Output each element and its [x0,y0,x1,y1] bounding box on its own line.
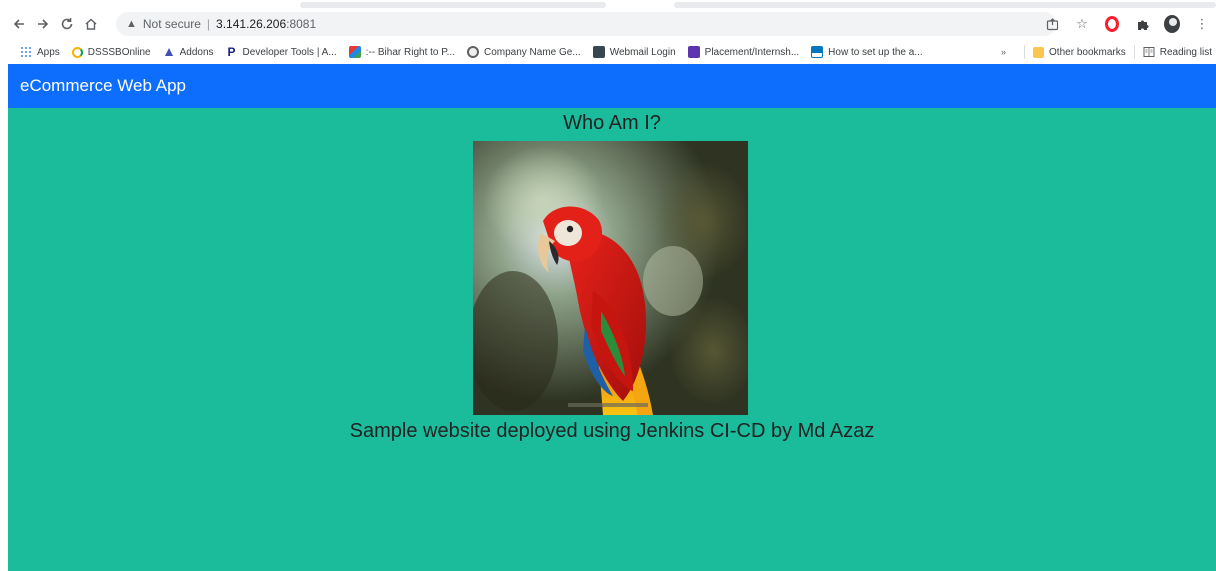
menu-button[interactable]: ⋮ [1194,16,1210,32]
bookmark-webmail[interactable]: Webmail Login [592,46,676,58]
other-bookmarks-button[interactable]: Other bookmarks [1049,47,1126,58]
share-icon [1046,17,1058,30]
reload-icon [61,18,73,30]
share-button[interactable] [1044,16,1060,32]
tab-strip-segment [300,2,606,8]
avatar [1164,15,1180,33]
browser-toolbar: ▲ Not secure | 3.141.26.206 :8081 ☆ ⋮ [8,10,1216,38]
security-label: Not secure [142,17,201,31]
reading-list-button[interactable]: Reading list [1160,47,1212,58]
bookmark-label: Developer Tools | A... [242,46,337,58]
kebab-menu-icon: ⋮ [1195,16,1209,31]
page-caption: Sample website deployed using Jenkins CI… [349,420,875,442]
parrot-photo [473,141,748,415]
window-top-edge [0,0,1216,8]
bookmark-developer-tools[interactable]: P Developer Tools | A... [226,46,337,58]
bookmark-how-to[interactable]: How to set up the a... [811,46,923,58]
bookmark-star-button[interactable]: ☆ [1074,16,1090,32]
bookmarks-bar: Apps DSSSBOnline Addons P Developer Tool… [8,40,1216,64]
bookmarks-divider [1024,45,1026,59]
bookmark-company-name[interactable]: Company Name Ge... [466,46,581,58]
app-navbar: eCommerce Web App [8,64,1216,108]
apps-grid-icon [20,46,32,58]
main-content: Who Am I? Sample website deployed using … [8,108,1216,571]
home-icon [85,18,97,30]
bookmark-label: Addons [179,46,214,58]
home-button[interactable] [80,13,102,35]
bookmarks-overflow-button[interactable]: » [1001,47,1006,57]
bihar-icon [348,46,361,58]
bookmarks-divider [1133,45,1135,59]
reading-list-icon [1143,47,1155,57]
placement-icon [687,46,700,58]
parrot-image-illustration [473,141,748,415]
howto-icon [811,46,824,58]
bookmark-apps[interactable]: Apps [20,46,60,58]
bookmark-placement[interactable]: Placement/Internsh... [687,46,800,58]
panda-icon [466,46,479,58]
p-icon: P [227,45,236,59]
opera-extension-button[interactable] [1104,16,1120,32]
profile-button[interactable] [1164,15,1180,33]
bookmark-label: DSSSBOnline [87,46,151,58]
forward-arrow-icon [38,19,49,29]
address-separator: | [206,17,211,31]
addons-icon [164,48,173,56]
bookmark-addons[interactable]: Addons [163,46,214,58]
bookmark-dsssb[interactable]: DSSSBOnline [71,46,151,58]
webmail-icon [592,46,605,58]
bookmark-label: Placement/Internsh... [704,46,800,58]
navbar-brand[interactable]: eCommerce Web App [20,76,186,96]
bookmark-label: :-- Bihar Right to P... [365,46,455,58]
page-title: Who Am I? [563,112,661,134]
bookmark-label: Webmail Login [609,46,676,58]
dsssb-icon [71,46,83,58]
folder-icon [1033,46,1045,58]
reload-button[interactable] [56,13,78,35]
not-secure-warning-icon[interactable]: ▲ [126,18,137,30]
extensions-button[interactable] [1134,16,1150,32]
bookmarks-bar-right: » Other bookmarks Reading list [1001,40,1212,64]
back-arrow-icon [13,19,24,29]
address-host: 3.141.26.206 [216,17,287,31]
star-icon: ☆ [1076,16,1088,31]
forward-button[interactable] [32,13,54,35]
puzzle-icon [1137,20,1148,30]
bookmark-label: Company Name Ge... [483,46,581,58]
back-button[interactable] [8,13,30,35]
address-port: :8081 [286,17,317,31]
toolbar-actions: ☆ ⋮ [1044,12,1210,36]
bookmark-label: Apps [37,46,60,58]
bookmark-bihar-right[interactable]: :-- Bihar Right to P... [348,46,455,58]
opera-icon [1105,16,1119,32]
address-bar[interactable]: ▲ Not secure | 3.141.26.206 :8081 [116,12,1056,36]
tab-strip-segment [674,2,1216,8]
bookmark-label: How to set up the a... [828,46,923,58]
